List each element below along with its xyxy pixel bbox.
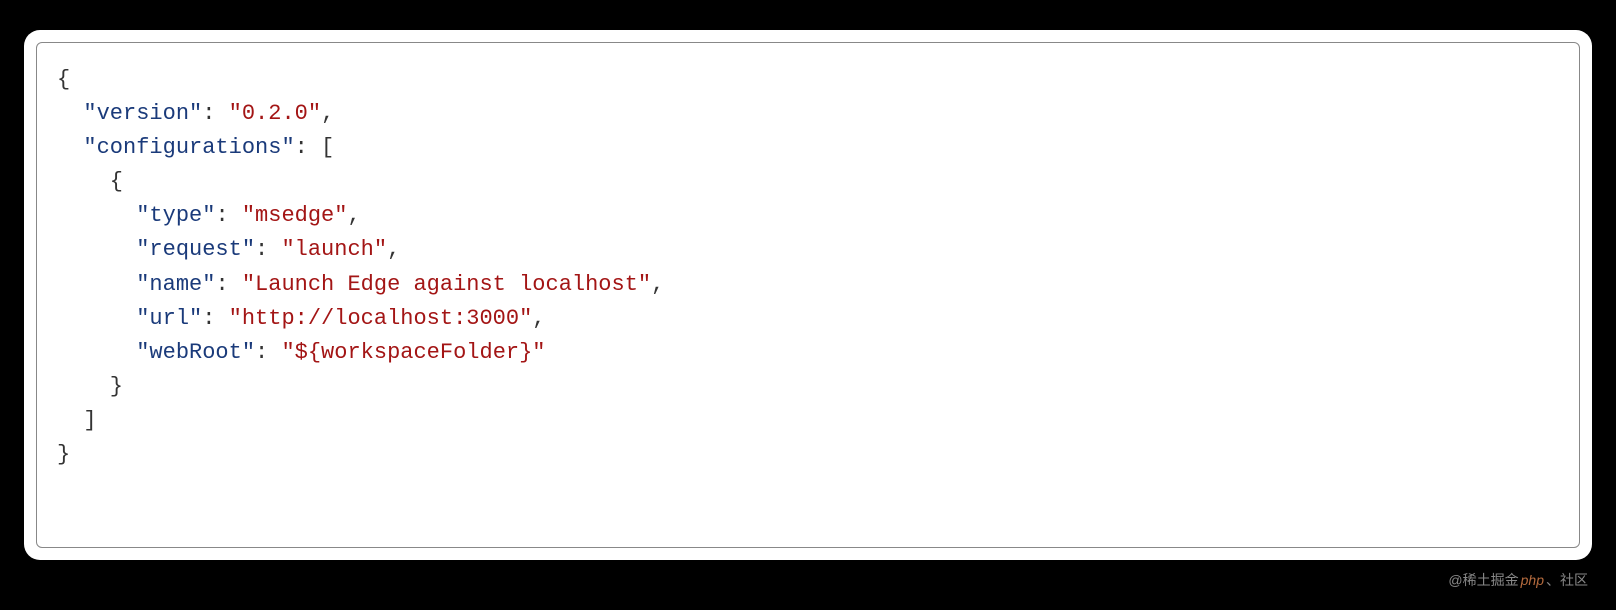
brace-open: { — [57, 67, 70, 92]
json-val-request: "launch" — [281, 237, 387, 262]
json-key-url: "url" — [136, 306, 202, 331]
bracket-close: ] — [57, 408, 97, 433]
json-val-name: "Launch Edge against localhost" — [242, 272, 651, 297]
json-key-configurations: "configurations" — [83, 135, 294, 160]
watermark-suffix: 、社区 — [1546, 572, 1588, 588]
json-key-version: "version" — [83, 101, 202, 126]
json-key-webroot: "webRoot" — [136, 340, 255, 365]
json-val-type: "msedge" — [242, 203, 348, 228]
brace-open-inner: { — [57, 169, 123, 194]
brace-close: } — [57, 442, 70, 467]
json-key-name: "name" — [136, 272, 215, 297]
brace-close-inner: } — [57, 374, 123, 399]
json-val-webroot: "${workspaceFolder}" — [281, 340, 545, 365]
watermark-prefix: @稀土掘金 — [1448, 572, 1518, 588]
code-content[interactable]: { "version": "0.2.0", "configurations": … — [57, 63, 1559, 472]
watermark: @稀土掘金php、社区 — [1448, 570, 1588, 590]
json-key-type: "type" — [136, 203, 215, 228]
code-box: { "version": "0.2.0", "configurations": … — [36, 42, 1580, 548]
code-card: { "version": "0.2.0", "configurations": … — [24, 30, 1592, 560]
json-key-request: "request" — [136, 237, 255, 262]
json-val-version: "0.2.0" — [229, 101, 321, 126]
json-val-url: "http://localhost:3000" — [229, 306, 533, 331]
watermark-php: php — [1521, 572, 1544, 588]
